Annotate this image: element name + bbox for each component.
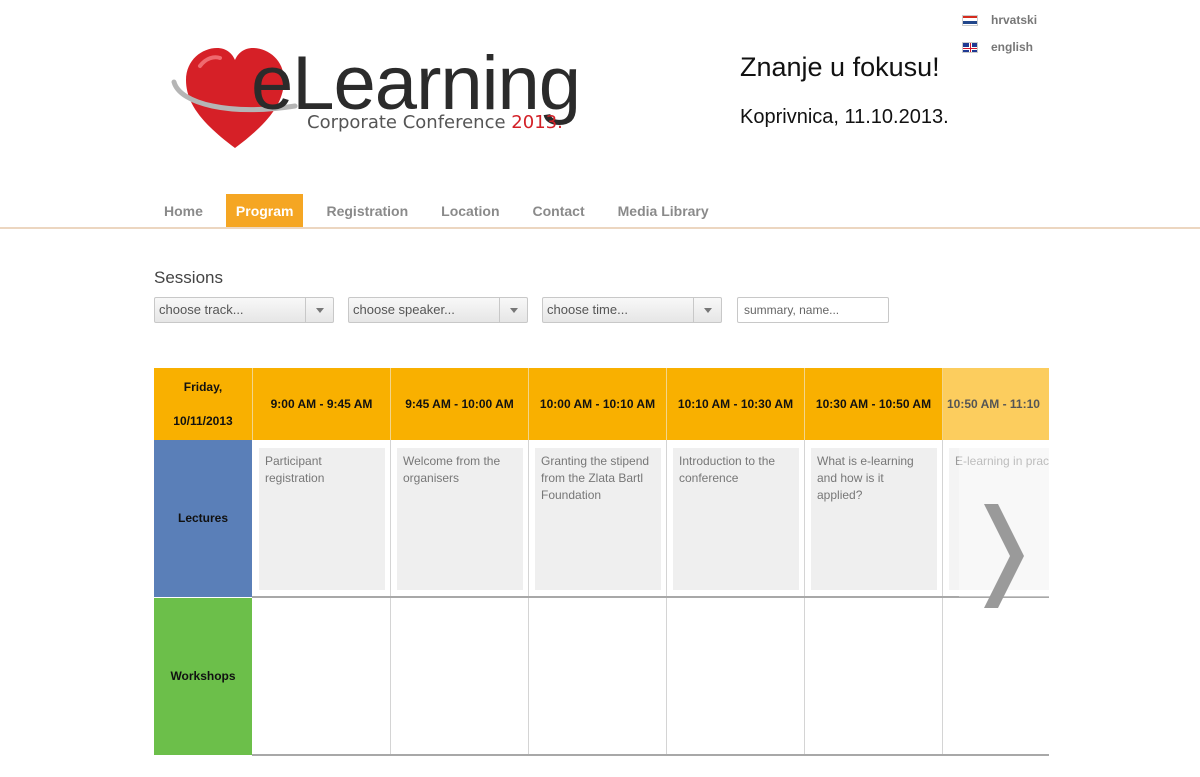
column-divider xyxy=(390,440,391,756)
nav-program[interactable]: Program xyxy=(225,194,304,228)
time-slot-header: 10:10 AM - 10:30 AM xyxy=(666,368,804,440)
language-hrvatski[interactable]: hrvatski xyxy=(962,13,1037,27)
nav-home[interactable]: Home xyxy=(154,194,213,228)
chevron-right-icon[interactable] xyxy=(980,504,1028,608)
day-header: Friday, 10/11/2013 xyxy=(154,368,252,440)
time-slot-header: 10:00 AM - 10:10 AM xyxy=(528,368,666,440)
column-divider xyxy=(942,440,943,756)
column-divider xyxy=(528,440,529,756)
slogan: Znanje u fokusu! xyxy=(740,52,940,82)
time-filter-value: choose time... xyxy=(547,302,628,317)
row-divider xyxy=(252,754,1049,756)
language-english-label: english xyxy=(991,40,1034,54)
nav-divider xyxy=(0,227,1200,229)
speaker-filter-value: choose speaker... xyxy=(353,302,455,317)
language-english[interactable]: english xyxy=(962,40,1033,54)
sessions-title: Sessions xyxy=(154,268,223,287)
chevron-down-icon xyxy=(499,298,527,322)
logo-year: 2013. xyxy=(511,112,563,133)
session-card[interactable]: Granting the stipend from the Zlata Bart… xyxy=(535,448,661,590)
croatian-flag-icon xyxy=(962,14,978,26)
session-card[interactable]: Participant registration xyxy=(259,448,385,590)
time-filter-select[interactable]: choose time... xyxy=(542,297,722,323)
search-input[interactable] xyxy=(737,297,889,323)
schedule-grid: Friday, 10/11/2013 9:00 AM - 9:45 AM 9:4… xyxy=(154,368,1049,756)
time-slot-header: 10:30 AM - 10:50 AM xyxy=(804,368,942,440)
time-slot-header: 9:45 AM - 10:00 AM xyxy=(390,368,528,440)
session-card[interactable]: What is e-learning and how is it applied… xyxy=(811,448,937,590)
time-slot-header: 10:50 AM - 11:10 xyxy=(942,368,1049,440)
track-lectures: Lectures xyxy=(154,440,252,597)
column-divider xyxy=(804,440,805,756)
chevron-down-icon xyxy=(305,298,333,322)
track-filter-select[interactable]: choose track... xyxy=(154,297,334,323)
time-slot-header: 9:00 AM - 9:45 AM xyxy=(252,368,390,440)
conference-logo[interactable]: eLearning Corporate Conference 2013. xyxy=(170,40,610,155)
nav-media-library[interactable]: Media Library xyxy=(608,194,719,228)
nav-location[interactable]: Location xyxy=(431,194,509,228)
day-name: Friday, xyxy=(183,380,223,394)
track-workshops: Workshops xyxy=(154,598,252,755)
track-filter-value: choose track... xyxy=(159,302,244,317)
column-divider xyxy=(666,440,667,756)
logo-subtitle: Corporate Conference 2013. xyxy=(307,112,563,133)
logo-subtitle-text: Corporate Conference xyxy=(307,112,506,133)
chevron-down-icon xyxy=(693,298,721,322)
day-date: 10/11/2013 xyxy=(173,414,233,428)
event-date: Koprivnica, 11.10.2013. xyxy=(740,106,949,128)
row-divider xyxy=(252,596,1049,598)
language-hrvatski-label: hrvatski xyxy=(991,13,1038,27)
speaker-filter-select[interactable]: choose speaker... xyxy=(348,297,528,323)
uk-flag-icon xyxy=(962,41,978,53)
session-card[interactable]: Introduction to the conference xyxy=(673,448,799,590)
nav-contact[interactable]: Contact xyxy=(523,194,595,228)
main-navigation: Home Program Registration Location Conta… xyxy=(154,194,732,228)
session-card[interactable]: Welcome from the organisers xyxy=(397,448,523,590)
nav-registration[interactable]: Registration xyxy=(316,194,418,228)
